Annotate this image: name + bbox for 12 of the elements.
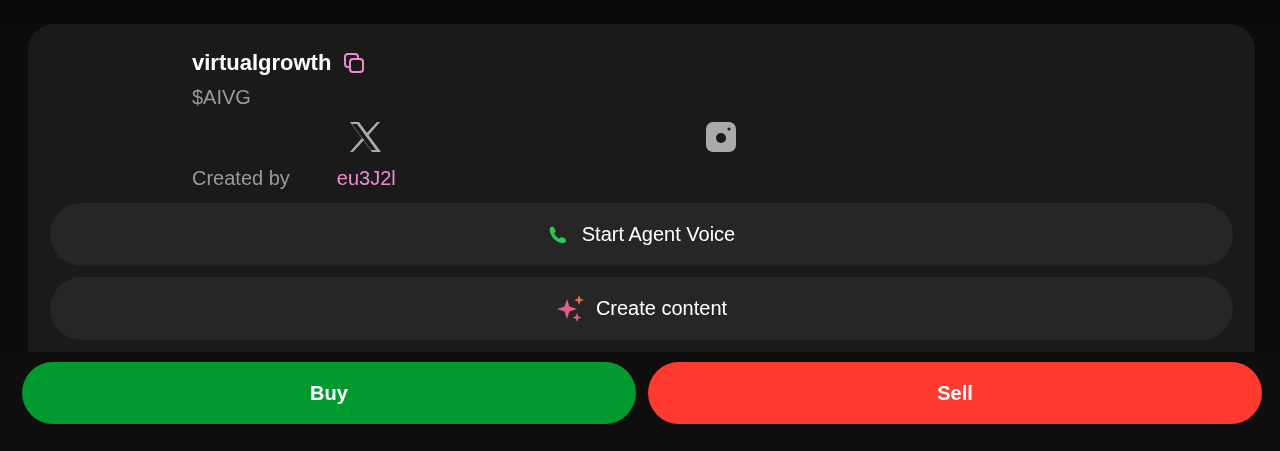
buy-button[interactable]: Buy	[22, 362, 636, 424]
phone-icon	[547, 224, 568, 245]
x-logo-icon[interactable]	[349, 122, 381, 152]
token-ticker: $AIVG	[192, 86, 251, 109]
creator-link[interactable]: eu3J2l	[336, 166, 396, 190]
created-by-label: Created by	[192, 166, 290, 190]
sell-button[interactable]: Sell	[648, 362, 1262, 424]
copy-icon[interactable]	[343, 52, 366, 74]
create-button[interactable]: Create content	[50, 277, 1233, 340]
camera-icon[interactable]	[706, 122, 736, 152]
token-name: virtualgrowth	[192, 50, 332, 76]
voice-button[interactable]: Start Agent Voice	[50, 203, 1233, 266]
